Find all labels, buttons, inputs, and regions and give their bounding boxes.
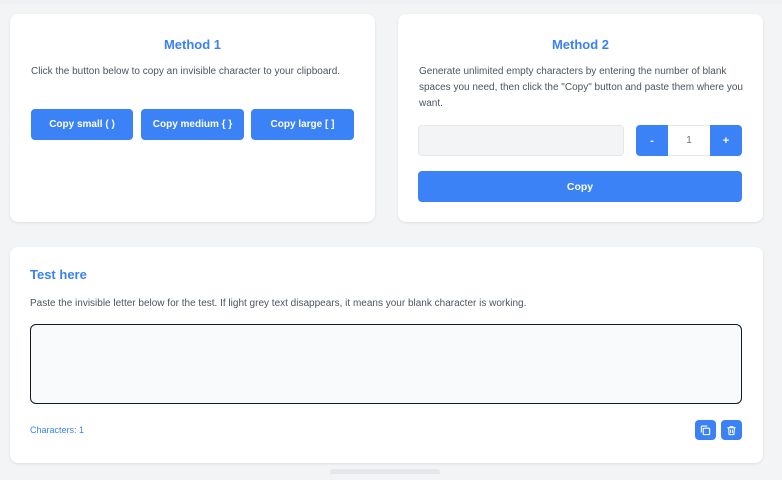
copy-icon-button[interactable] [695,420,716,440]
method-2-card: Method 2 Generate unlimited empty charac… [398,14,763,222]
method-1-title: Method 1 [163,37,222,52]
test-title: Test here [30,267,87,282]
quantity-stepper: - 1 + [636,125,742,156]
increment-button[interactable]: + [710,125,742,156]
bottom-handle [330,469,440,474]
copy-small-button[interactable]: Copy small ( ) [31,109,133,140]
quantity-value[interactable]: 1 [668,125,710,156]
test-textarea[interactable] [30,324,742,404]
test-description: Paste the invisible letter below for the… [30,298,527,309]
method-2-title: Method 2 [551,37,610,52]
method-1-description: Click the button below to copy an invisi… [31,66,341,77]
character-count: Characters: 1 [30,425,85,435]
top-divider [0,0,782,4]
method-2-description: Generate unlimited empty characters by e… [419,66,743,109]
copy-medium-button[interactable]: Copy medium { } [141,109,244,140]
decrement-button[interactable]: - [636,125,668,156]
copy-icon [700,425,711,435]
trash-icon [727,425,736,435]
test-card: Test here Paste the invisible letter bel… [10,247,763,463]
trash-icon-button[interactable] [721,420,742,440]
copy-large-button[interactable]: Copy large [ ] [251,109,354,140]
blank-count-input[interactable] [418,125,624,156]
method-1-card: Method 1 Click the button below to copy … [10,14,375,222]
copy-button[interactable]: Copy [418,171,742,202]
